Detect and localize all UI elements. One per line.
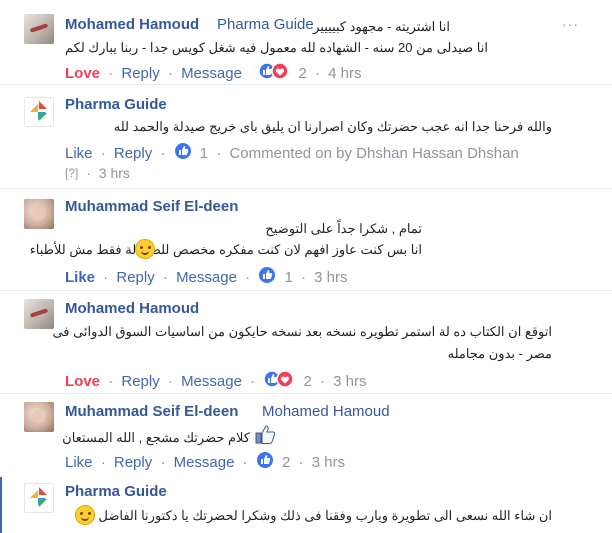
smile-emoji-icon: [135, 239, 155, 259]
like-reaction-icon: [174, 143, 191, 159]
reactions[interactable]: [263, 370, 295, 392]
message-button[interactable]: Message: [181, 373, 242, 390]
reply-button[interactable]: Reply: [116, 269, 154, 286]
comment-author[interactable]: Mohamed Hamoud: [65, 16, 199, 33]
timestamp[interactable]: 3 hrs: [333, 373, 366, 390]
avatar[interactable]: [24, 14, 54, 44]
reactions[interactable]: [174, 142, 192, 164]
comment-author[interactable]: Pharma Guide: [65, 483, 167, 500]
avatar[interactable]: [24, 402, 54, 432]
comment-actions: Love · Reply · Message · 2 · 3 hrs: [65, 370, 367, 392]
reaction-count[interactable]: 1: [200, 145, 208, 162]
comment-actions: Like · Reply · Message · 1 · 3 hrs: [65, 266, 348, 288]
comment-text-line: اتوقع ان الكتاب ده لة استمر تطويره نسخه …: [52, 324, 552, 339]
comment-1: Mohamed Hamoud Pharma Guide ··· انا اشتر…: [0, 0, 612, 95]
reply-button[interactable]: Reply: [121, 65, 159, 82]
mention-link[interactable]: Mohamed Hamoud: [262, 403, 390, 420]
comment-3: Muhammad Seif El-deen تمام , شكرا جداً ع…: [0, 189, 612, 289]
timestamp[interactable]: 3 hrs: [99, 165, 130, 181]
comment-2: Pharma Guide والله فرحنا جدا انه عجب حضر…: [0, 85, 612, 190]
love-button[interactable]: Love: [65, 65, 100, 82]
message-button[interactable]: Message: [176, 269, 237, 286]
like-button[interactable]: Like: [65, 269, 95, 286]
comment-text-line: مصر - بدون مجامله: [447, 346, 552, 361]
comment-text-line: انا اشتريته - مجهود كبيييير: [313, 19, 450, 34]
reaction-count[interactable]: 2: [303, 373, 311, 390]
comment-author[interactable]: Muhammad Seif El-deen: [65, 198, 238, 215]
comment-text-line: تمام , شكرا جداً على التوضيح: [265, 221, 422, 236]
pharma-guide-logo-icon[interactable]: [24, 97, 54, 127]
timestamp[interactable]: 4 hrs: [328, 65, 361, 82]
love-button[interactable]: Love: [65, 373, 100, 390]
comment-text-line: كلام حضرتك مشجع , الله المستعان: [62, 430, 250, 445]
thumbs-up-emoji-icon: [255, 425, 276, 444]
comment-text-line: والله فرحنا جدا انه عجب حضرتك وكان اصرار…: [113, 119, 552, 134]
comment-4: Mohamed Hamoud اتوقع ان الكتاب ده لة است…: [0, 291, 612, 391]
comment-text-line: ان شاء الله نسعى الى تطويرة ويارب وفقنا …: [98, 508, 552, 523]
pharma-guide-logo-icon[interactable]: [24, 483, 54, 513]
message-button[interactable]: Message: [174, 454, 235, 471]
avatar[interactable]: [24, 199, 54, 229]
timestamp[interactable]: 3 hrs: [314, 269, 347, 286]
comment-author[interactable]: Muhammad Seif El-deen: [65, 403, 238, 420]
avatar[interactable]: [24, 299, 54, 329]
message-button[interactable]: Message: [181, 65, 242, 82]
like-reaction-icon: [256, 452, 273, 468]
like-reaction-icon: [258, 62, 290, 80]
reactions[interactable]: [256, 451, 274, 473]
like-button[interactable]: Like: [65, 145, 93, 162]
more-options-icon[interactable]: ···: [562, 16, 579, 32]
reply-button[interactable]: Reply: [114, 454, 152, 471]
comment-5: Muhammad Seif El-deen Mohamed Hamoud كلا…: [0, 394, 612, 474]
comment-tag[interactable]: Pharma Guide: [217, 16, 314, 33]
reactions[interactable]: [258, 266, 276, 288]
like-reaction-icon: [263, 370, 295, 388]
reply-button[interactable]: Reply: [114, 145, 152, 162]
timestamp[interactable]: 3 hrs: [312, 454, 345, 471]
reaction-count[interactable]: 2: [282, 454, 290, 471]
smile-emoji-icon: [75, 505, 95, 525]
like-button[interactable]: Like: [65, 454, 93, 471]
comment-author[interactable]: Mohamed Hamoud: [65, 300, 199, 317]
reactions[interactable]: [258, 62, 290, 84]
comment-text-line: انا بس كنت عاوز افهم لان كنت مفكره مخصص …: [29, 242, 422, 257]
comment-author[interactable]: Pharma Guide: [65, 96, 167, 113]
unknown-link[interactable]: [?]: [65, 166, 78, 180]
commented-by[interactable]: Commented on by Dhshan Hassan Dhshan: [229, 145, 518, 162]
comment-actions: Like · Reply · Message · 2 · 3 hrs: [65, 451, 345, 473]
reply-button[interactable]: Reply: [121, 373, 159, 390]
comment-actions: Love · Reply · Message 2 · 4 hrs: [65, 62, 362, 84]
comment-6: Pharma Guide ان شاء الله نسعى الى تطويرة…: [0, 475, 612, 533]
reaction-count[interactable]: 2: [298, 65, 306, 82]
like-reaction-icon: [259, 267, 276, 283]
comment-meta: [?] · 3 hrs: [65, 165, 130, 182]
comment-actions: Like · Reply · 1 · Commented on by Dhsha…: [65, 142, 519, 164]
reaction-count[interactable]: 1: [284, 269, 292, 286]
comment-text-line: انا صيدلى من 20 سنه - الشهاده لله معمول …: [65, 40, 488, 55]
